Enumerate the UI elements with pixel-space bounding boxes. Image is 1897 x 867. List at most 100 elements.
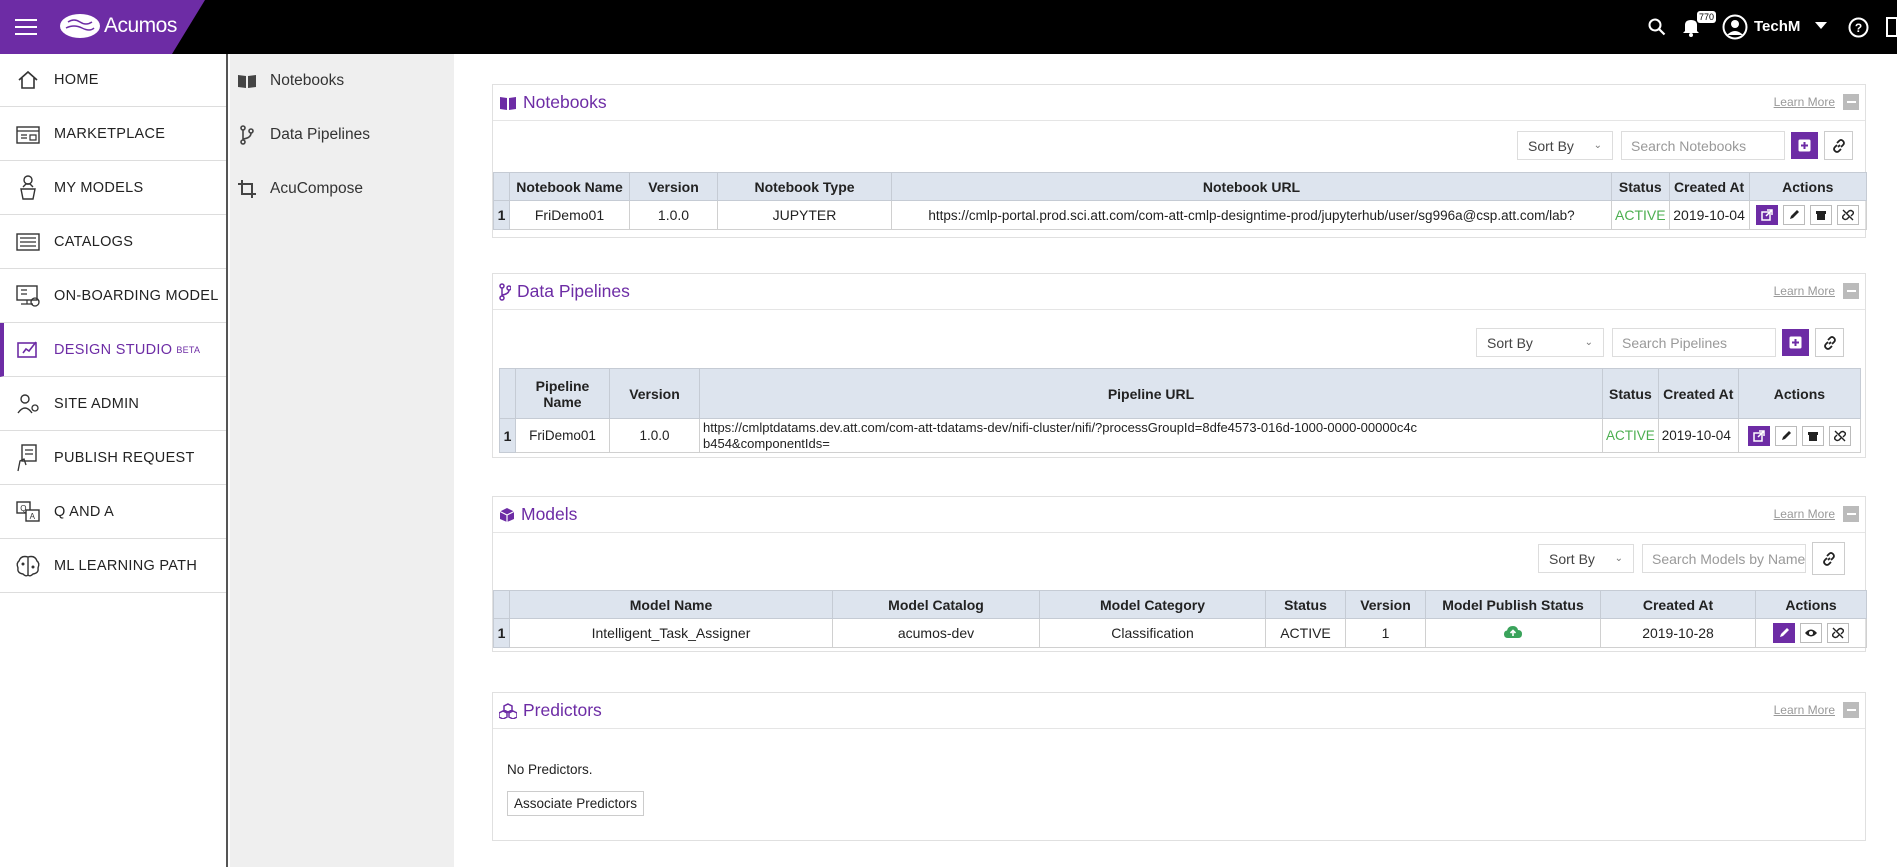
launch-button[interactable] (1747, 425, 1770, 446)
table-row[interactable]: 1 Intelligent_Task_Assigner acumos-dev C… (493, 618, 1867, 648)
sidebar-item-home[interactable]: HOME (0, 54, 226, 107)
pipelines-search-input[interactable]: Search Pipelines (1612, 328, 1776, 357)
edit-button[interactable] (1783, 205, 1806, 225)
pipelines-sort-select[interactable]: Sort By ⌄ (1476, 328, 1604, 357)
search-icon[interactable] (1648, 18, 1666, 36)
svg-text:?: ? (1855, 21, 1862, 35)
collapse-icon[interactable] (1843, 506, 1859, 522)
sidebar-item-q-and-a[interactable]: QA Q AND A (0, 485, 226, 539)
hamburger-menu-icon[interactable] (15, 19, 37, 35)
column-header[interactable]: Notebook Type (717, 172, 892, 201)
predictors-learn-more-link[interactable]: Learn More (1774, 703, 1835, 717)
column-header[interactable]: Created At (1600, 590, 1756, 619)
pipeline-version: 1.0.0 (609, 418, 700, 453)
help-icon[interactable]: ? (1848, 17, 1869, 38)
collapse-icon[interactable] (1843, 94, 1859, 110)
unlink-button[interactable] (1827, 623, 1849, 643)
column-header[interactable]: Pipeline Name (515, 368, 610, 419)
sidebar-item-design-studio[interactable]: DESIGN STUDIO BETA (0, 323, 226, 377)
sidebar-item-marketplace[interactable]: MARKETPLACE (0, 107, 226, 161)
unlink-button[interactable] (1837, 205, 1860, 225)
notebooks-table: Notebook Name Version Notebook Type Note… (493, 172, 1868, 230)
book-icon[interactable] (1886, 17, 1897, 37)
column-header[interactable]: Created At (1668, 172, 1750, 201)
unlink-button[interactable] (1828, 425, 1851, 446)
external-link-icon (1761, 209, 1774, 221)
branch-icon (234, 125, 260, 145)
subnav-item-notebooks[interactable]: Notebooks (230, 54, 454, 108)
acumos-logo-icon (60, 14, 100, 38)
table-row[interactable]: 1 FriDemo01 1.0.0 https://cmlptdatams.de… (499, 418, 1862, 453)
subnav-item-acucompose[interactable]: AcuCompose (230, 162, 454, 216)
column-header[interactable]: Notebook Name (509, 172, 630, 201)
notebooks-search-input[interactable]: Search Notebooks (1621, 131, 1785, 160)
subnav-item-data-pipelines[interactable]: Data Pipelines (230, 108, 454, 162)
column-header[interactable]: Notebook URL (891, 172, 1612, 201)
launch-button[interactable] (1756, 205, 1779, 225)
sidebar-item-label: ON-BOARDING MODEL (54, 287, 219, 304)
column-header[interactable]: Version (1345, 590, 1426, 619)
brand-name[interactable]: Acumos (104, 14, 177, 38)
cube-icon (499, 507, 515, 522)
home-icon (14, 67, 42, 93)
models-learn-more-link[interactable]: Learn More (1774, 507, 1835, 521)
column-header[interactable]: Created At (1657, 368, 1739, 419)
user-avatar-icon[interactable] (1722, 14, 1748, 40)
column-header[interactable]: Status (1611, 172, 1670, 201)
sidebar-item-label: CATALOGS (54, 233, 134, 250)
unlink-icon (1833, 430, 1846, 441)
sidebar-item-my-models[interactable]: MY MODELS (0, 161, 226, 215)
column-header[interactable]: Model Category (1039, 590, 1266, 619)
notebook-url: https://cmlp-portal.prod.sci.att.com/com… (891, 200, 1612, 230)
column-header: Actions (1737, 368, 1862, 419)
column-header[interactable]: Model Publish Status (1425, 590, 1601, 619)
edit-button[interactable] (1774, 425, 1797, 446)
collapse-icon[interactable] (1843, 702, 1859, 718)
sidebar-item-ml-learning-path[interactable]: ML LEARNING PATH (0, 539, 226, 593)
status-badge: ACTIVE (1602, 418, 1659, 453)
link-pipeline-button[interactable] (1815, 328, 1844, 357)
main-content: Notebooks Learn More Sort By ⌄ Search Not… (454, 54, 1897, 867)
notebooks-sort-select[interactable]: Sort By ⌄ (1517, 131, 1613, 160)
table-row[interactable]: 1 FriDemo01 1.0.0 JUPYTER https://cmlp-p… (493, 200, 1868, 230)
beta-badge: BETA (176, 344, 201, 355)
onboarding-icon (14, 283, 42, 309)
unlink-icon (1832, 627, 1844, 639)
archive-button[interactable] (1801, 425, 1824, 446)
edit-button[interactable] (1773, 623, 1795, 643)
user-name[interactable]: TechM (1754, 18, 1800, 35)
link-icon (1832, 138, 1845, 153)
link-notebook-button[interactable] (1824, 131, 1853, 160)
add-notebook-button[interactable] (1791, 132, 1818, 159)
subnav-item-label: AcuCompose (270, 180, 364, 197)
sidebar-item-on-boarding-model[interactable]: ON-BOARDING MODEL (0, 269, 226, 323)
associate-predictors-button[interactable]: Associate Predictors (507, 791, 645, 816)
column-header[interactable]: Version (629, 172, 718, 201)
column-header[interactable]: Model Catalog (832, 590, 1040, 619)
sidebar-item-site-admin[interactable]: SITE ADMIN (0, 377, 226, 431)
add-pipeline-button[interactable] (1782, 329, 1809, 356)
chevron-down-icon: ⌄ (1614, 553, 1623, 564)
column-header[interactable]: Version (609, 368, 700, 419)
model-name: Intelligent_Task_Assigner (509, 618, 833, 648)
sidebar-item-label: PUBLISH REQUEST (54, 449, 195, 466)
link-model-button[interactable] (1812, 542, 1845, 575)
collapse-icon[interactable] (1843, 283, 1859, 299)
top-bar: Acumos 770 TechM ? (0, 0, 1897, 54)
pipelines-learn-more-link[interactable]: Learn More (1774, 284, 1835, 298)
notebooks-learn-more-link[interactable]: Learn More (1774, 95, 1835, 109)
caret-down-icon[interactable] (1815, 22, 1827, 30)
column-header[interactable]: Status (1602, 368, 1659, 419)
column-header[interactable]: Model Name (509, 590, 833, 619)
sidebar-item-catalogs[interactable]: CATALOGS (0, 215, 226, 269)
models-search-input[interactable]: Search Models by Name (1642, 544, 1806, 573)
column-header[interactable]: Status (1265, 590, 1346, 619)
archive-icon (1807, 431, 1818, 441)
sidebar-item-publish-request[interactable]: PUBLISH REQUEST (0, 431, 226, 485)
column-header[interactable]: Pipeline URL (699, 368, 1603, 419)
sidebar-item-label: ML LEARNING PATH (54, 557, 198, 574)
design-studio-subnav: Notebooks Data Pipelines AcuCompose (230, 54, 454, 867)
models-sort-select[interactable]: Sort By ⌄ (1538, 544, 1634, 573)
archive-button[interactable] (1810, 205, 1833, 225)
view-button[interactable] (1800, 623, 1822, 643)
